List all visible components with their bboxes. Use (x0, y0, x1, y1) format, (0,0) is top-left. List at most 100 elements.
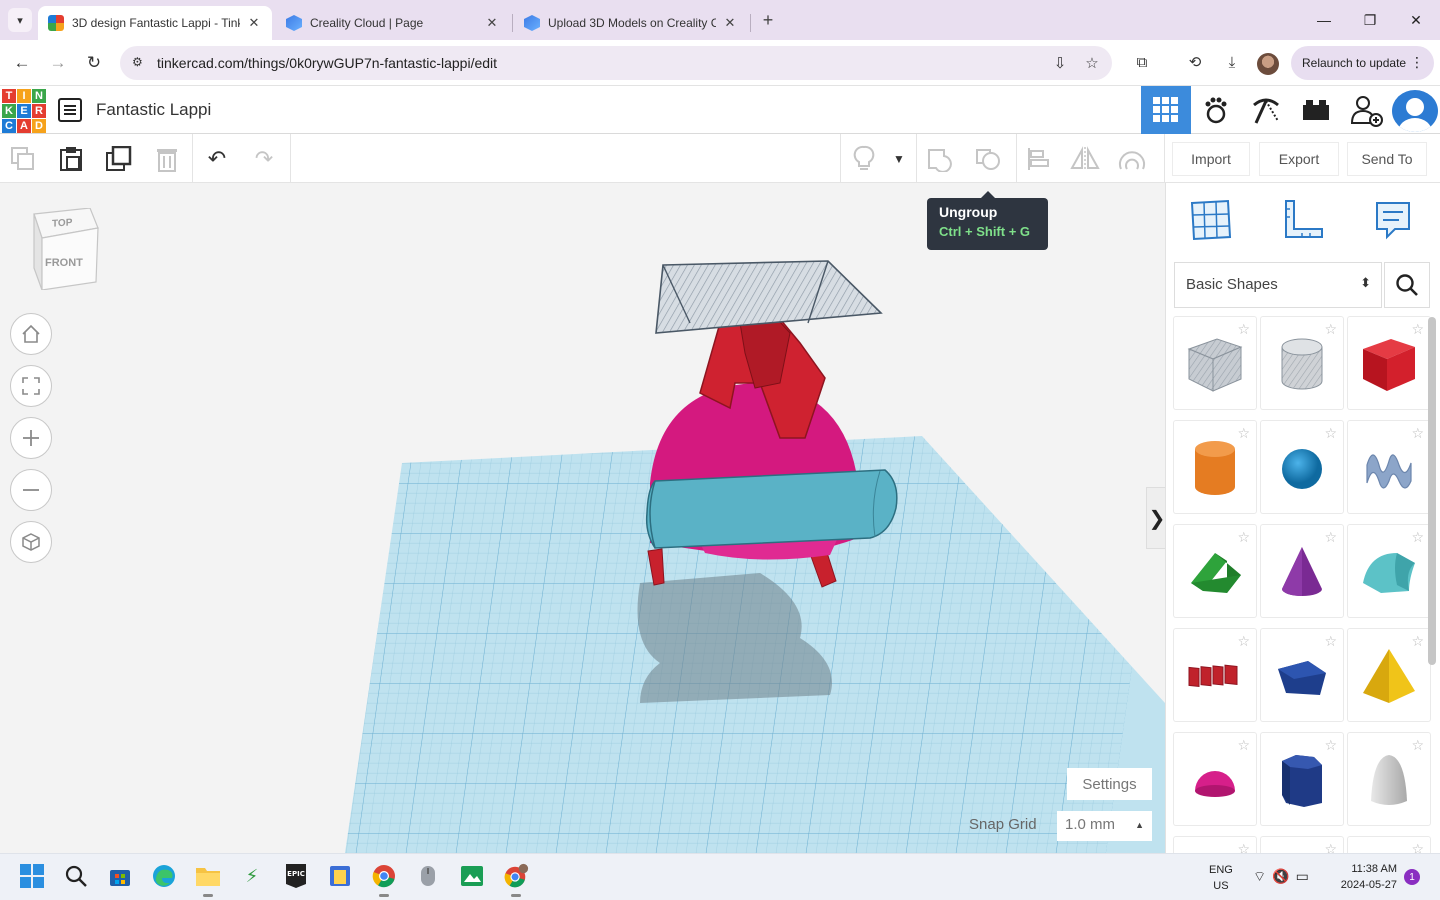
close-tab-icon[interactable]: ✕ (722, 15, 738, 31)
shape-category-select[interactable]: Basic Shapes ⬍ (1174, 262, 1382, 308)
search-icon[interactable] (63, 863, 89, 889)
shape-round-roof[interactable]: ☆ (1348, 525, 1430, 617)
taskbar-clock[interactable]: 11:38 AM 2024-05-27 (1333, 861, 1397, 893)
collapse-panel-chevron-icon[interactable]: ❯ (1146, 487, 1165, 549)
shape-cylinder[interactable]: ☆ (1174, 421, 1256, 513)
favorite-star-icon[interactable]: ☆ (1411, 841, 1424, 853)
settings-button[interactable]: Settings (1067, 768, 1152, 800)
edge-browser-icon[interactable] (151, 863, 177, 889)
blocks-view-button[interactable] (1191, 86, 1241, 134)
favorite-star-icon[interactable]: ☆ (1324, 841, 1337, 853)
shape-tile-partial[interactable]: ☆ (1174, 837, 1256, 853)
align-icon[interactable] (1021, 142, 1055, 176)
shape-cylinder-hole[interactable]: ☆ (1261, 317, 1343, 409)
redo-icon[interactable]: ↷ (247, 142, 281, 176)
photos-app-icon[interactable] (459, 863, 485, 889)
pen-app-icon[interactable]: ⚡ (239, 863, 265, 889)
new-tab-button[interactable]: + (758, 10, 778, 30)
scene-3d[interactable] (0, 183, 1165, 853)
home-view-icon[interactable] (10, 313, 52, 355)
relaunch-to-update-button[interactable]: Relaunch to update ⋮ (1291, 46, 1434, 80)
shape-hexagonal-prism[interactable]: ☆ (1261, 733, 1343, 825)
shape-text[interactable]: ☆ (1174, 629, 1256, 721)
user-avatar[interactable] (1392, 90, 1438, 132)
shape-search-button[interactable] (1384, 262, 1430, 308)
notes-tool-icon[interactable] (1369, 195, 1419, 245)
tab-creality-cloud[interactable]: Creality Cloud | Page ✕ (276, 6, 510, 40)
notes-app-icon[interactable] (327, 863, 353, 889)
shape-roof[interactable]: ☆ (1174, 525, 1256, 617)
duplicate-icon[interactable] (102, 142, 136, 176)
back-arrow-icon[interactable]: ← (11, 52, 33, 74)
extensions-icon[interactable]: ⧉ (1131, 52, 1153, 74)
invite-people-button[interactable] (1341, 86, 1391, 134)
tinkercad-logo[interactable]: T I N K E R C A D (2, 89, 46, 133)
tab-tinkercad[interactable]: 3D design Fantastic Lappi - Tink ✕ (38, 6, 272, 40)
shape-box-hole[interactable]: ☆ (1174, 317, 1256, 409)
shape-sphere[interactable]: ☆ (1261, 421, 1343, 513)
minimize-window-icon[interactable]: — (1314, 10, 1334, 30)
restore-window-icon[interactable]: ❐ (1360, 10, 1380, 30)
file-explorer-icon[interactable] (195, 863, 221, 897)
send-to-button[interactable]: Send To (1347, 142, 1427, 176)
workplane-canvas[interactable]: TOP FRONT Settings Snap Grid 1.0 mm ▲ ❯ (0, 183, 1165, 853)
undo-icon[interactable]: ↶ (200, 142, 234, 176)
shapes-scrollbar[interactable] (1428, 317, 1436, 665)
ungroup-icon[interactable] (971, 142, 1005, 176)
tab-upload-creality[interactable]: Upload 3D Models on Creality C ✕ (514, 6, 748, 40)
import-button[interactable]: Import (1172, 142, 1250, 176)
mirror-icon[interactable] (1068, 142, 1102, 176)
shape-paraboloid[interactable]: ☆ (1348, 733, 1430, 825)
export-button[interactable]: Export (1259, 142, 1339, 176)
copy-icon[interactable] (6, 142, 40, 176)
tab-search-button[interactable]: ▾ (8, 8, 32, 32)
microsoft-store-icon[interactable] (107, 863, 133, 889)
snap-grid-select[interactable]: 1.0 mm ▲ (1057, 811, 1152, 841)
shape-box[interactable]: ☆ (1348, 317, 1430, 409)
epic-games-icon[interactable]: EPIC (283, 863, 309, 889)
fit-view-icon[interactable] (10, 365, 52, 407)
close-tab-icon[interactable]: ✕ (246, 15, 262, 31)
favorite-star-icon[interactable]: ☆ (1237, 841, 1250, 853)
shape-polygon[interactable]: ☆ (1261, 629, 1343, 721)
site-info-icon[interactable]: ⚙ (132, 55, 148, 71)
battery-icon[interactable]: ▭ (1296, 868, 1315, 884)
shape-half-sphere[interactable]: ☆ (1174, 733, 1256, 825)
wifi-icon[interactable]: ⌔ (1253, 868, 1272, 884)
shape-tile-partial[interactable]: ☆ (1348, 837, 1430, 853)
bricks-view-button[interactable] (1291, 86, 1341, 134)
profile-avatar[interactable] (1257, 53, 1279, 75)
performance-icon[interactable]: ⟲ (1184, 52, 1206, 74)
view-cube-top-label[interactable]: TOP (52, 217, 72, 229)
zoom-in-icon[interactable] (10, 417, 52, 459)
chrome-icon[interactable] (371, 863, 397, 897)
input-language-indicator[interactable]: ENG US (1209, 862, 1233, 894)
sim-lab-button[interactable] (1241, 86, 1291, 134)
system-tray[interactable]: ⌔🔇▭ (1253, 868, 1315, 886)
view-cube-front-label[interactable]: FRONT (45, 257, 83, 269)
group-icon[interactable] (923, 142, 957, 176)
close-tab-icon[interactable]: ✕ (484, 15, 500, 31)
downloads-icon[interactable]: ⤓ (1221, 52, 1243, 74)
volume-muted-icon[interactable]: 🔇 (1272, 868, 1295, 884)
shape-pyramid[interactable]: ☆ (1348, 629, 1430, 721)
view-cube[interactable]: TOP FRONT (30, 207, 102, 291)
mouse-app-icon[interactable] (415, 863, 441, 889)
close-window-icon[interactable]: ✕ (1406, 10, 1426, 30)
reload-icon[interactable]: ↻ (83, 52, 105, 74)
cruise-icon[interactable] (1115, 142, 1149, 176)
paste-icon[interactable] (54, 142, 88, 176)
shape-tile-partial[interactable]: ☆ (1261, 837, 1343, 853)
workplane-tool-icon[interactable] (1186, 195, 1236, 245)
delete-icon[interactable] (150, 142, 184, 176)
chrome-profile-icon[interactable] (503, 863, 529, 897)
notification-badge[interactable]: 1 (1404, 869, 1420, 885)
perspective-toggle-icon[interactable] (10, 521, 52, 563)
zoom-out-icon[interactable] (10, 469, 52, 511)
design-menu-icon[interactable] (58, 98, 82, 122)
shape-cone[interactable]: ☆ (1261, 525, 1343, 617)
address-bar[interactable]: ⚙ tinkercad.com/things/0k0rywGUP7n-fanta… (120, 46, 1112, 80)
3d-design-view-button[interactable] (1141, 86, 1191, 134)
windows-start-icon[interactable] (19, 863, 45, 889)
shape-scribble[interactable]: ☆ (1348, 421, 1430, 513)
